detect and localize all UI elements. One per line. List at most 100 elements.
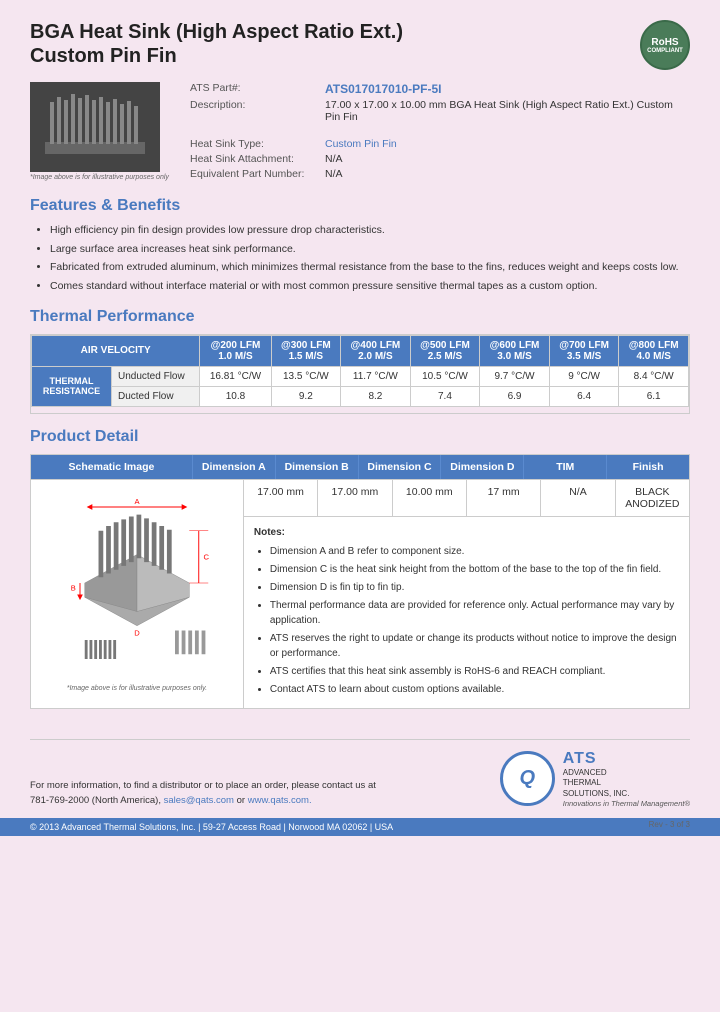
svg-text:D: D bbox=[134, 628, 140, 637]
attachment-value: N/A bbox=[325, 153, 343, 165]
title-block: BGA Heat Sink (High Aspect Ratio Ext.) C… bbox=[30, 20, 403, 68]
description-value: 17.00 x 17.00 x 10.00 mm BGA Heat Sink (… bbox=[325, 99, 690, 123]
svg-text:B: B bbox=[71, 583, 76, 592]
unducted-v2: 13.5 °C/W bbox=[271, 366, 341, 386]
dim-d-header: Dimension D bbox=[441, 455, 524, 479]
equiv-part-row: Equivalent Part Number: N/A bbox=[190, 168, 690, 180]
svg-text:A: A bbox=[134, 497, 140, 506]
ducted-label: Ducted Flow bbox=[112, 386, 200, 406]
contact-line1: For more information, to find a distribu… bbox=[30, 779, 376, 793]
notes-title: Notes: bbox=[254, 525, 679, 540]
air-velocity-header: AIR VELOCITY bbox=[32, 335, 200, 366]
thermal-resistance-label: THERMAL RESISTANCE bbox=[32, 366, 112, 406]
product-detail-header: Schematic Image Dimension A Dimension B … bbox=[31, 455, 689, 479]
dim-b-header: Dimension B bbox=[276, 455, 359, 479]
col-800lfm: @800 LFM4.0 M/S bbox=[619, 335, 689, 366]
note-item: Dimension D is fin tip to fin tip. bbox=[270, 580, 679, 595]
unducted-flow-row: THERMAL RESISTANCE Unducted Flow 16.81 °… bbox=[32, 366, 689, 386]
ducted-v2: 9.2 bbox=[271, 386, 341, 406]
product-detail-container: Schematic Image Dimension A Dimension B … bbox=[30, 454, 690, 709]
finish-value: BLACK ANODIZED bbox=[616, 480, 689, 516]
product-detail-section-title: Product Detail bbox=[30, 428, 690, 446]
product-image-block: *Image above is for illustrative purpose… bbox=[30, 82, 170, 183]
unducted-v6: 9 °C/W bbox=[549, 366, 619, 386]
dims-and-notes: 17.00 mm 17.00 mm 10.00 mm 17 mm N/A BLA… bbox=[244, 480, 689, 708]
unducted-v3: 11.7 °C/W bbox=[341, 366, 411, 386]
rohs-badge: RoHS COMPLIANT bbox=[640, 20, 690, 70]
ducted-v6: 6.4 bbox=[549, 386, 619, 406]
tim-value: N/A bbox=[541, 480, 615, 516]
note-item: ATS reserves the right to update or chan… bbox=[270, 631, 679, 661]
unducted-v4: 10.5 °C/W bbox=[410, 366, 480, 386]
schematic-svg: A B C D bbox=[42, 488, 232, 678]
schematic-header: Schematic Image bbox=[31, 455, 193, 479]
col-200lfm: @200 LFM1.0 M/S bbox=[200, 335, 271, 366]
col-600lfm: @600 LFM3.0 M/S bbox=[480, 335, 550, 366]
ducted-v7: 6.1 bbox=[619, 386, 689, 406]
finish-header: Finish bbox=[607, 455, 689, 479]
col-300lfm: @300 LFM1.5 M/S bbox=[271, 335, 341, 366]
dim-values-row: 17.00 mm 17.00 mm 10.00 mm 17 mm N/A BLA… bbox=[244, 480, 689, 517]
page-title: BGA Heat Sink (High Aspect Ratio Ext.) C… bbox=[30, 20, 403, 68]
schematic-caption: *Image above is for illustrative purpose… bbox=[39, 685, 235, 692]
unducted-v7: 8.4 °C/W bbox=[619, 366, 689, 386]
page: BGA Heat Sink (High Aspect Ratio Ext.) C… bbox=[30, 20, 690, 829]
note-item: ATS certifies that this heat sink assemb… bbox=[270, 664, 679, 679]
product-info: *Image above is for illustrative purpose… bbox=[30, 82, 690, 183]
header: BGA Heat Sink (High Aspect Ratio Ext.) C… bbox=[30, 20, 690, 70]
dim-a-header: Dimension A bbox=[193, 455, 276, 479]
ducted-v4: 7.4 bbox=[410, 386, 480, 406]
part-number: ATS017017010-PF-5I bbox=[325, 82, 442, 96]
ducted-v3: 8.2 bbox=[341, 386, 411, 406]
col-400lfm: @400 LFM2.0 M/S bbox=[341, 335, 411, 366]
feature-item: High efficiency pin fin design provides … bbox=[50, 223, 690, 238]
equiv-part-value: N/A bbox=[325, 168, 343, 180]
ducted-v1: 10.8 bbox=[200, 386, 271, 406]
specs-block: ATS Part#: ATS017017010-PF-5I Descriptio… bbox=[190, 82, 690, 183]
ducted-flow-row: Ducted Flow 10.8 9.2 8.2 7.4 6.9 6.4 6.1 bbox=[32, 386, 689, 406]
features-section-title: Features & Benefits bbox=[30, 197, 690, 215]
note-item: Dimension C is the heat sink height from… bbox=[270, 562, 679, 577]
ats-logo-circle: Q bbox=[500, 751, 555, 806]
feature-item: Large surface area increases heat sink p… bbox=[50, 242, 690, 257]
notes-list: Dimension A and B refer to component siz… bbox=[254, 544, 679, 697]
schematic-cell: A B C D bbox=[31, 480, 244, 708]
dim-d-value: 17 mm bbox=[467, 480, 541, 516]
dim-a-value: 17.00 mm bbox=[244, 480, 318, 516]
note-item: Thermal performance data are provided fo… bbox=[270, 598, 679, 628]
tim-header: TIM bbox=[524, 455, 607, 479]
unducted-v1: 16.81 °C/W bbox=[200, 366, 271, 386]
heat-sink-type-row: Heat Sink Type: Custom Pin Fin bbox=[190, 138, 690, 150]
ats-logo: Q ATS ADVANCEDTHERMALSOLUTIONS, INC. Inn… bbox=[500, 750, 690, 808]
thermal-section-title: Thermal Performance bbox=[30, 308, 690, 326]
heat-sink-type[interactable]: Custom Pin Fin bbox=[325, 138, 397, 150]
dim-c-header: Dimension C bbox=[359, 455, 442, 479]
unducted-label: Unducted Flow bbox=[112, 366, 200, 386]
notes-cell: Notes: Dimension A and B refer to compon… bbox=[244, 517, 689, 708]
footer-contact: For more information, to find a distribu… bbox=[30, 779, 376, 808]
note-item: Dimension A and B refer to component siz… bbox=[270, 544, 679, 559]
part-number-row: ATS Part#: ATS017017010-PF-5I bbox=[190, 82, 690, 96]
dim-c-value: 10.00 mm bbox=[393, 480, 467, 516]
col-700lfm: @700 LFM3.5 M/S bbox=[549, 335, 619, 366]
contact-line2: 781-769-2000 (North America), sales@qats… bbox=[30, 794, 376, 808]
attachment-row: Heat Sink Attachment: N/A bbox=[190, 153, 690, 165]
feature-item: Fabricated from extruded aluminum, which… bbox=[50, 260, 690, 275]
svg-text:C: C bbox=[203, 552, 209, 561]
thermal-header-row: AIR VELOCITY @200 LFM1.0 M/S @300 LFM1.5… bbox=[32, 335, 689, 366]
footer: For more information, to find a distribu… bbox=[30, 739, 690, 808]
unducted-v5: 9.7 °C/W bbox=[480, 366, 550, 386]
features-list: High efficiency pin fin design provides … bbox=[30, 223, 690, 294]
ducted-v5: 6.9 bbox=[480, 386, 550, 406]
thermal-table: AIR VELOCITY @200 LFM1.0 M/S @300 LFM1.5… bbox=[31, 335, 689, 407]
note-item: Contact ATS to learn about custom option… bbox=[270, 682, 679, 697]
image-caption: *Image above is for illustrative purpose… bbox=[30, 174, 170, 181]
heatsink-image bbox=[30, 82, 160, 172]
dim-b-value: 17.00 mm bbox=[318, 480, 392, 516]
col-500lfm: @500 LFM2.5 M/S bbox=[410, 335, 480, 366]
feature-item: Comes standard without interface materia… bbox=[50, 279, 690, 294]
thermal-table-container: AIR VELOCITY @200 LFM1.0 M/S @300 LFM1.5… bbox=[30, 334, 690, 414]
ats-text-block: ATS ADVANCEDTHERMALSOLUTIONS, INC. Innov… bbox=[563, 750, 690, 808]
product-detail-data-row: A B C D bbox=[31, 479, 689, 708]
description-row: Description: 17.00 x 17.00 x 10.00 mm BG… bbox=[190, 99, 690, 123]
